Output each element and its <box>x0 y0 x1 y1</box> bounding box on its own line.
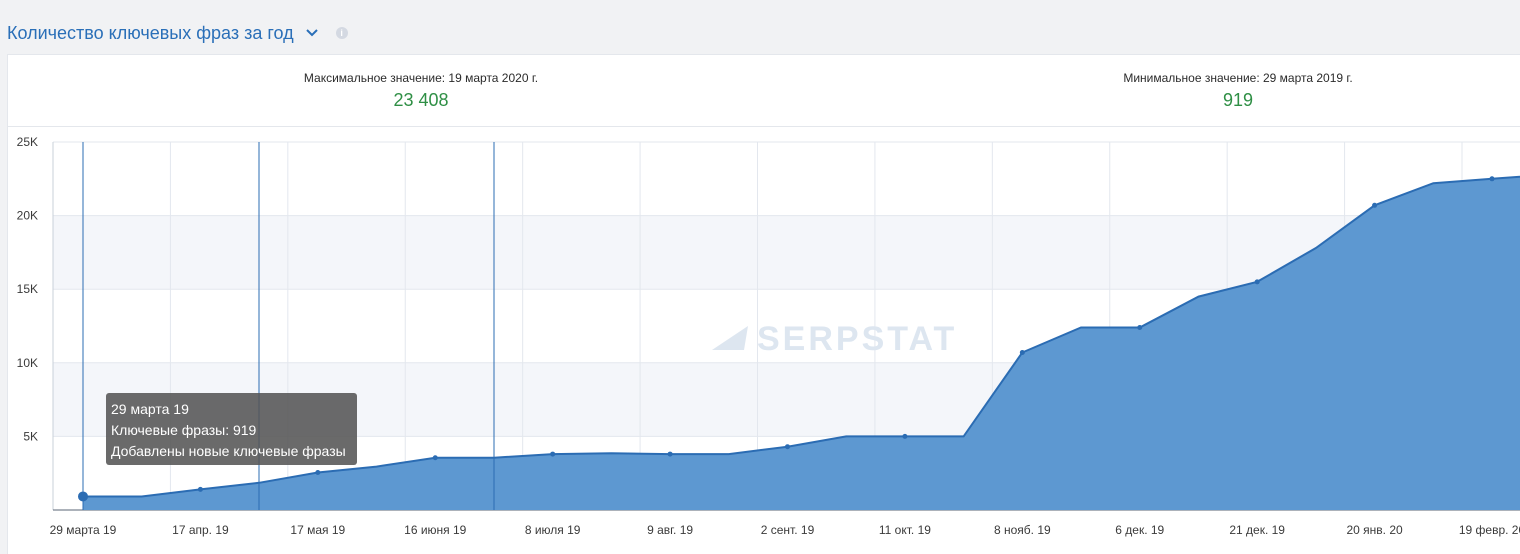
data-point[interactable] <box>1019 349 1025 355</box>
data-point[interactable] <box>197 486 203 492</box>
data-point[interactable] <box>1489 176 1495 182</box>
data-point[interactable] <box>667 451 673 457</box>
x-tick-label: 17 апр. 19 <box>172 523 229 537</box>
data-point[interactable] <box>78 491 88 502</box>
x-tick-label: 16 июня 19 <box>404 523 467 537</box>
tooltip-date: 29 марта 19 <box>111 401 189 417</box>
data-point[interactable] <box>785 444 790 450</box>
x-tick-label: 11 окт. 19 <box>879 523 931 537</box>
y-tick-label: 10K <box>17 356 38 370</box>
y-tick-label: 25K <box>17 135 38 149</box>
x-axis: 29 марта 19 17 апр. 19 17 мая 19 16 июня 19… <box>50 523 1520 537</box>
x-tick-label: 8 июля 19 <box>525 523 581 537</box>
data-point[interactable] <box>1137 324 1143 330</box>
tooltip-keywords: Ключевые фразы: 919 <box>111 422 257 438</box>
y-tick-label: 15K <box>17 282 38 296</box>
data-point[interactable] <box>1254 279 1260 285</box>
x-tick-label: 9 авг. 19 <box>647 523 693 537</box>
tooltip-note: Добавлены новые ключевые фразы <box>111 443 346 459</box>
data-point[interactable] <box>550 451 556 457</box>
x-tick-label: 19 февр. 20 <box>1459 523 1520 537</box>
watermark: SERPSTAT <box>757 320 957 358</box>
data-point[interactable] <box>432 455 438 461</box>
x-tick-label: 21 дек. 19 <box>1229 523 1285 537</box>
serpstat-logo-icon <box>712 326 748 350</box>
x-tick-label: 17 мая 19 <box>290 523 345 537</box>
x-tick-label: 2 сент. 19 <box>761 523 815 537</box>
y-axis: 5K 10K 15K 20K 25K <box>17 135 38 443</box>
chart-tooltip: 29 марта 19 Ключевые фразы: 919 Добавлен… <box>106 393 357 465</box>
x-tick-label: 20 янв. 20 <box>1346 523 1403 537</box>
x-tick-label: 6 дек. 19 <box>1115 523 1164 537</box>
y-tick-label: 5K <box>23 429 38 443</box>
data-point[interactable] <box>902 433 908 439</box>
x-tick-label: 8 нояб. 19 <box>994 523 1051 537</box>
data-point[interactable] <box>1372 202 1378 208</box>
data-point[interactable] <box>315 469 321 475</box>
y-tick-label: 20K <box>17 209 38 223</box>
x-tick-label: 29 марта 19 <box>50 523 117 537</box>
